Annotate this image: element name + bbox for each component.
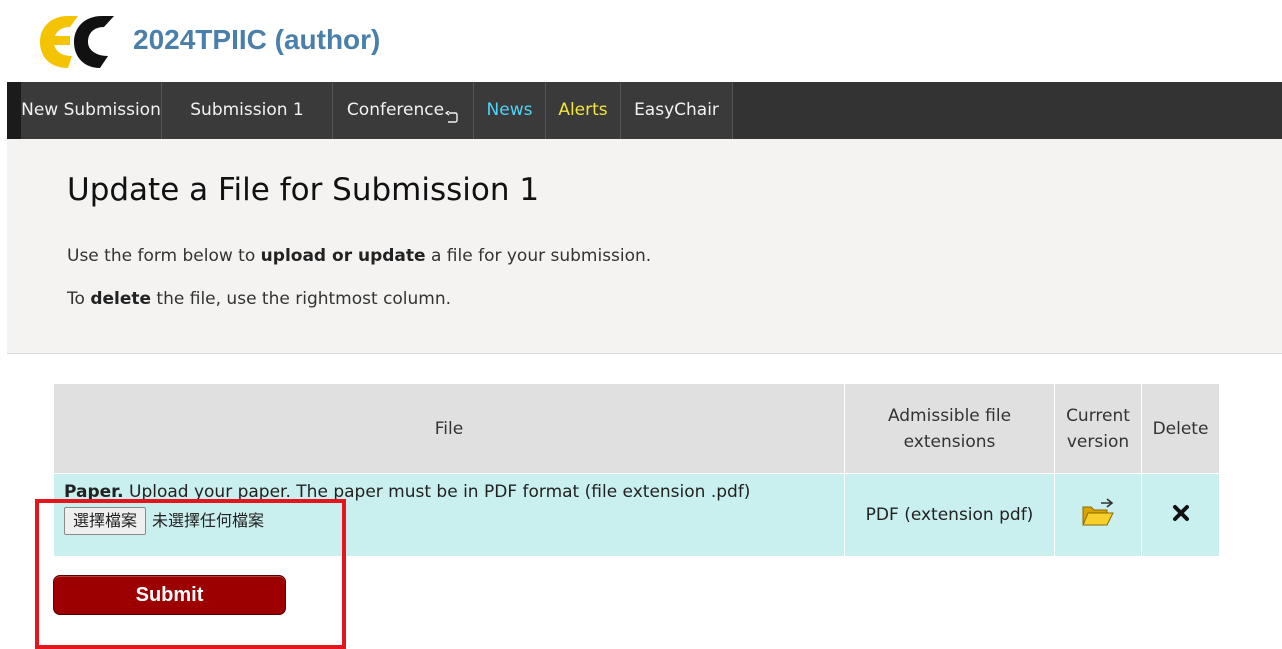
return-arrow-icon (444, 92, 459, 123)
menu-new-submission[interactable]: New Submission (21, 82, 162, 139)
delete-cell (1141, 473, 1220, 557)
upload-instructions-bold: upload or update (260, 246, 426, 266)
submit-button[interactable]: Submit (53, 575, 286, 615)
menu-conference-label: Conference (346, 100, 445, 120)
delete-instructions-post: the file, use the rightmost column. (151, 289, 452, 309)
file-input: 選擇檔案 未選擇任何檔案 (64, 504, 834, 535)
extensions-cell: PDF (extension pdf) (844, 473, 1055, 557)
file-name: Paper. (64, 482, 124, 502)
table-row: Paper. Upload your paper. The paper must… (53, 473, 1220, 557)
col-header-admissible-label: Admissible file extensions (887, 405, 1012, 452)
delete-instructions: To delete the file, use the rightmost co… (67, 289, 451, 309)
col-header-admissible: Admissible file extensions (844, 383, 1055, 474)
page-title: Update a File for Submission 1 (67, 172, 540, 208)
col-header-current: Current version (1054, 383, 1142, 474)
app-title: 2024TPIIC (author) (133, 24, 381, 55)
file-description: Paper. Upload your paper. The paper must… (64, 480, 834, 504)
current-version-cell (1054, 473, 1142, 557)
info-panel: Update a File for Submission 1 Use the f… (7, 139, 1282, 354)
col-header-current-label: Current version (1066, 405, 1130, 452)
col-header-file: File (53, 383, 845, 474)
menu-conference[interactable]: Conference (333, 82, 474, 139)
delete-x-icon[interactable] (1172, 504, 1190, 522)
file-description-text: Upload your paper. The paper must be in … (129, 482, 751, 502)
choose-file-button[interactable]: 選擇檔案 (64, 507, 147, 535)
upload-instructions-post: a file for your submission. (425, 246, 652, 266)
file-table: File Admissible file extensions Current … (53, 383, 1220, 557)
upload-instructions-pre: Use the form below to (67, 246, 261, 266)
menu-alerts[interactable]: Alerts (546, 82, 621, 139)
file-cell: Paper. Upload your paper. The paper must… (53, 473, 845, 557)
page-header: 2024TPIIC (author) (0, 0, 1282, 82)
menubar-edge (7, 82, 21, 139)
menu-easychair[interactable]: EasyChair (621, 82, 733, 139)
delete-instructions-bold: delete (90, 289, 152, 309)
upload-instructions: Use the form below to upload or update a… (67, 246, 651, 266)
open-folder-icon[interactable] (1081, 497, 1115, 528)
menu-submission-1[interactable]: Submission 1 (162, 82, 333, 139)
easychair-logo-icon[interactable] (38, 12, 118, 70)
table-header-row: File Admissible file extensions Current … (53, 383, 1220, 474)
no-file-chosen-text: 未選擇任何檔案 (152, 511, 265, 530)
delete-instructions-pre: To (67, 289, 91, 309)
main-menu-bar: New Submission Submission 1 Conference N… (7, 82, 1282, 139)
menu-news[interactable]: News (474, 82, 546, 139)
col-header-delete: Delete (1141, 383, 1220, 474)
